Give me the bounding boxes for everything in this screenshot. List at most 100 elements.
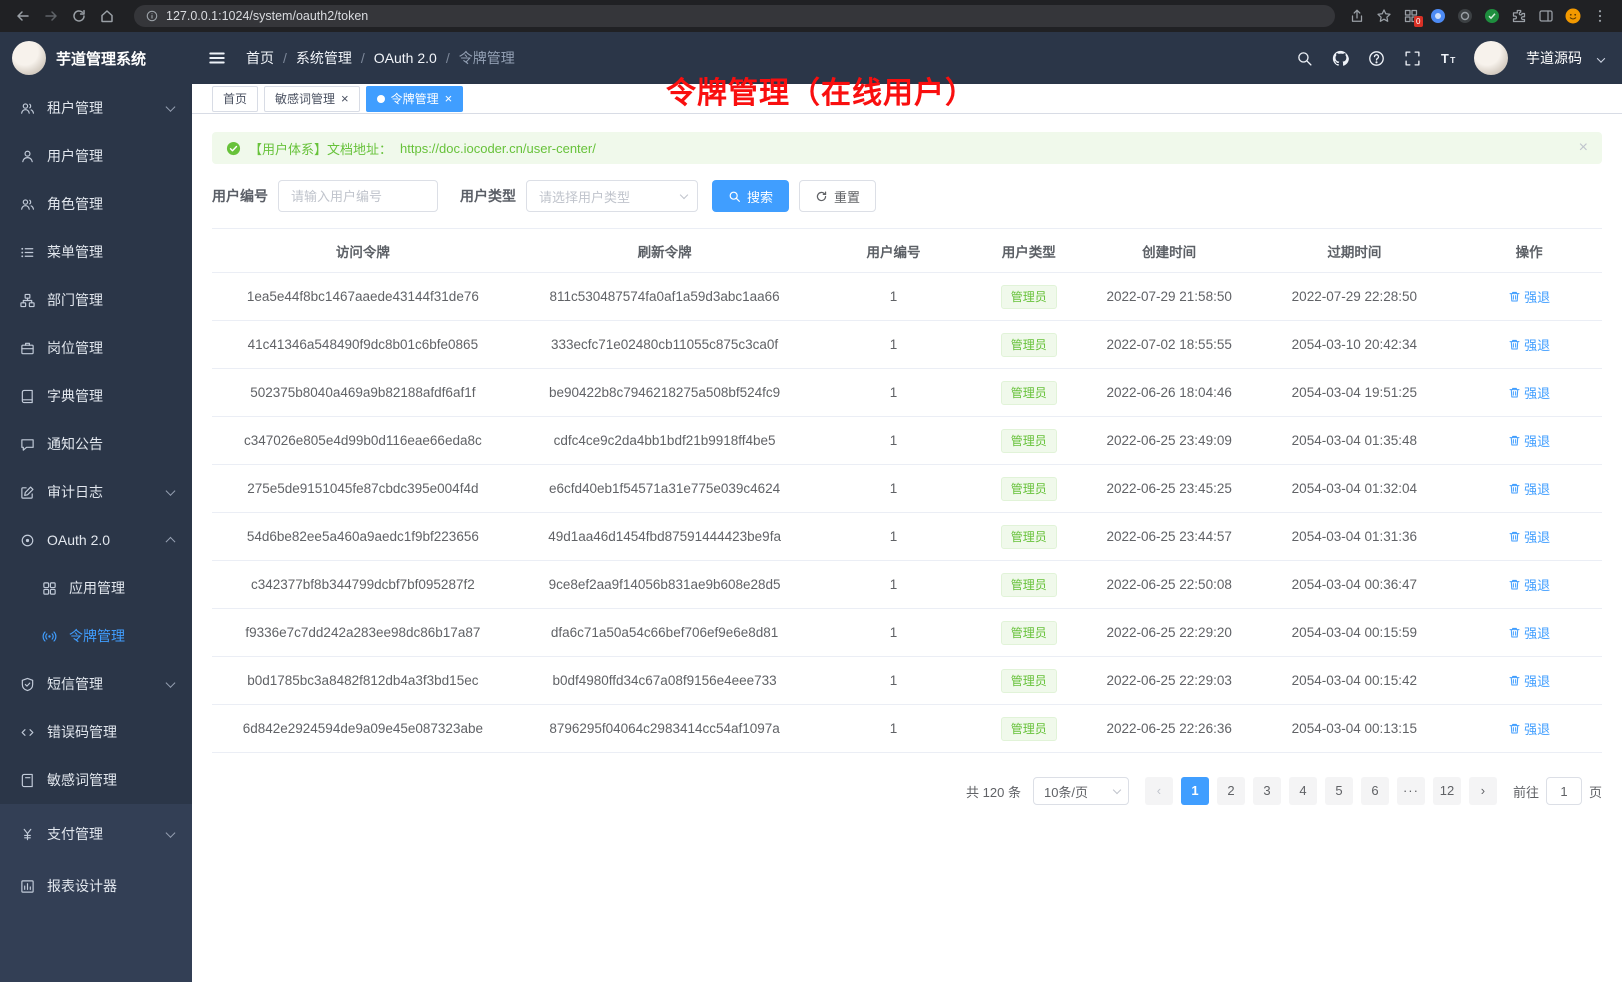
profile-avatar[interactable] — [1565, 8, 1581, 24]
sidebar-item-敏感词管理[interactable]: 敏感词管理 — [0, 756, 192, 804]
goto-page-input[interactable] — [1546, 777, 1582, 805]
breadcrumb-item[interactable]: 首页 — [246, 48, 274, 68]
action-cell: 强退 — [1456, 369, 1602, 417]
expire-time-cell: 2022-07-29 22:28:50 — [1252, 273, 1456, 321]
report-icon — [20, 879, 36, 894]
page-button-4[interactable]: 4 — [1289, 777, 1317, 805]
next-page-button[interactable]: › — [1469, 777, 1497, 805]
page-button-6[interactable]: 6 — [1361, 777, 1389, 805]
sidebar-item-角色管理[interactable]: 角色管理 — [0, 180, 192, 228]
notice-icon — [20, 437, 36, 452]
sidebar-item-支付管理[interactable]: 支付管理 — [0, 808, 192, 860]
doc-link[interactable]: https://doc.iocoder.cn/user-center/ — [400, 141, 596, 156]
sidebar-item-短信管理[interactable]: 短信管理 — [0, 660, 192, 708]
sidebar-item-令牌管理[interactable]: 令牌管理 — [0, 612, 192, 660]
table-row: c347026e805e4d99b0d116eae66eda8ccdfc4ce9… — [212, 417, 1602, 465]
info-icon[interactable] — [146, 10, 158, 22]
refresh-token-cell: b0df4980ffd34c67a08f9156e4eee733 — [514, 657, 816, 705]
user-type-cell: 管理员 — [972, 705, 1086, 753]
force-logout-button[interactable]: 强退 — [1508, 719, 1550, 738]
refresh-token-cell: 49d1aa46d1454fbd87591444423be9fa — [514, 513, 816, 561]
page-button-5[interactable]: 5 — [1325, 777, 1353, 805]
force-logout-button[interactable]: 强退 — [1508, 527, 1550, 546]
github-icon[interactable] — [1330, 48, 1350, 68]
extension-icon[interactable]: 0 — [1403, 8, 1419, 24]
chevron-down-icon[interactable] — [1597, 54, 1605, 62]
fullscreen-icon[interactable] — [1402, 48, 1422, 68]
app-logo[interactable]: 芋道管理系统 — [0, 32, 192, 84]
url-bar[interactable]: 127.0.0.1:1024/system/oauth2/token — [134, 5, 1335, 27]
page-button-1[interactable]: 1 — [1181, 777, 1209, 805]
close-icon[interactable]: × — [341, 92, 349, 105]
blue-extension-icon[interactable] — [1430, 8, 1446, 24]
reset-button[interactable]: 重置 — [799, 180, 876, 212]
user-type-select[interactable]: 请选择用户类型 — [526, 180, 698, 212]
user-id-cell: 1 — [815, 513, 971, 561]
breadcrumb-item[interactable]: 系统管理 — [296, 48, 352, 68]
sidebar-item-label: 字典管理 — [47, 386, 103, 406]
breadcrumb-item[interactable]: OAuth 2.0 — [374, 50, 437, 66]
tab-敏感词管理[interactable]: 敏感词管理× — [264, 86, 360, 112]
user-type-tag: 管理员 — [1001, 669, 1057, 693]
user-id-input[interactable] — [278, 180, 438, 212]
sidebar-item-菜单管理[interactable]: 菜单管理 — [0, 228, 192, 276]
page-size-select[interactable]: 10条/页 — [1033, 777, 1129, 805]
sidebar-item-OAuth 2.0[interactable]: OAuth 2.0 — [0, 516, 192, 564]
puzzle-icon[interactable] — [1511, 8, 1527, 24]
force-logout-button[interactable]: 强退 — [1508, 623, 1550, 642]
sidebar-item-部门管理[interactable]: 部门管理 — [0, 276, 192, 324]
green-extension-icon[interactable] — [1484, 8, 1500, 24]
tab-首页[interactable]: 首页 — [212, 86, 258, 112]
sidebar-item-错误码管理[interactable]: 错误码管理 — [0, 708, 192, 756]
user-avatar[interactable] — [1474, 41, 1508, 75]
page-button-12[interactable]: 12 — [1433, 777, 1461, 805]
pager-more-button[interactable]: ··· — [1397, 777, 1425, 805]
close-icon[interactable]: × — [1579, 139, 1588, 157]
sidebar-item-字典管理[interactable]: 字典管理 — [0, 372, 192, 420]
reload-icon[interactable] — [66, 3, 92, 29]
back-icon[interactable] — [10, 3, 36, 29]
breadcrumb-separator: / — [361, 50, 365, 66]
star-icon[interactable] — [1376, 8, 1392, 24]
search-button[interactable]: 搜索 — [712, 180, 789, 212]
reset-button-label: 重置 — [834, 187, 860, 206]
kebab-menu-icon[interactable] — [1592, 8, 1608, 24]
close-icon[interactable]: × — [445, 92, 453, 105]
search-icon[interactable] — [1294, 48, 1314, 68]
access-token-cell: 6d842e2924594de9a09e45e087323abe — [212, 705, 514, 753]
tab-label: 令牌管理 — [391, 90, 439, 107]
sidebar-item-label: 短信管理 — [47, 674, 103, 694]
sidebar-item-岗位管理[interactable]: 岗位管理 — [0, 324, 192, 372]
page-button-3[interactable]: 3 — [1253, 777, 1281, 805]
sidebar-item-审计日志[interactable]: 审计日志 — [0, 468, 192, 516]
home-icon[interactable] — [94, 3, 120, 29]
force-logout-button[interactable]: 强退 — [1508, 479, 1550, 498]
font-size-icon[interactable]: TT — [1438, 48, 1458, 68]
prev-page-button[interactable]: ‹ — [1145, 777, 1173, 805]
created-time-cell: 2022-06-25 22:50:08 — [1086, 561, 1252, 609]
force-logout-button[interactable]: 强退 — [1508, 431, 1550, 450]
delete-icon — [1508, 386, 1521, 399]
sidebar-item-应用管理[interactable]: 应用管理 — [0, 564, 192, 612]
hamburger-icon[interactable] — [208, 49, 226, 67]
sidebar-item-通知公告[interactable]: 通知公告 — [0, 420, 192, 468]
sidebar-item-报表设计器[interactable]: 报表设计器 — [0, 860, 192, 912]
username[interactable]: 芋道源码 — [1526, 48, 1582, 68]
tab-令牌管理[interactable]: 令牌管理 × — [366, 86, 464, 112]
page-button-2[interactable]: 2 — [1217, 777, 1245, 805]
force-logout-button[interactable]: 强退 — [1508, 671, 1550, 690]
dark-extension-icon[interactable] — [1457, 8, 1473, 24]
side-panel-icon[interactable] — [1538, 8, 1554, 24]
sidebar-item-label: 角色管理 — [47, 194, 103, 214]
sidebar-item-用户管理[interactable]: 用户管理 — [0, 132, 192, 180]
force-logout-button[interactable]: 强退 — [1508, 335, 1550, 354]
force-logout-button[interactable]: 强退 — [1508, 287, 1550, 306]
forward-icon[interactable] — [38, 3, 64, 29]
share-icon[interactable] — [1349, 8, 1365, 24]
table-header-row: 访问令牌刷新令牌用户编号用户类型创建时间过期时间操作 — [212, 229, 1602, 273]
force-logout-button[interactable]: 强退 — [1508, 383, 1550, 402]
sidebar-item-租户管理[interactable]: 租户管理 — [0, 84, 192, 132]
force-logout-button[interactable]: 强退 — [1508, 575, 1550, 594]
access-token-cell: 1ea5e44f8bc1467aaede43144f31de76 — [212, 273, 514, 321]
question-icon[interactable] — [1366, 48, 1386, 68]
